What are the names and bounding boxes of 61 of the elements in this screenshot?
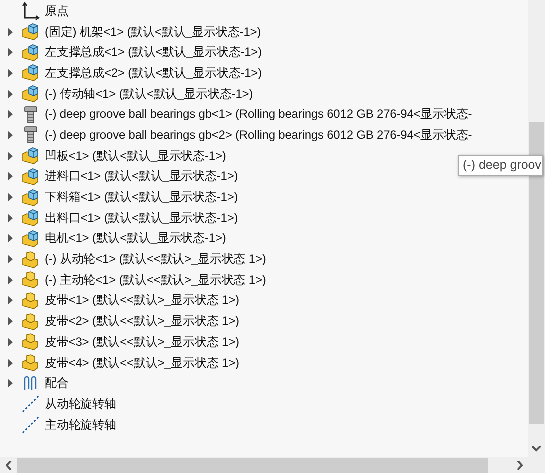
assembly-icon (22, 312, 40, 331)
assembly-icon (22, 147, 40, 166)
tree-item[interactable]: 左支撑总成<2> (默认<默认_显示状态-1>) (45, 64, 262, 82)
expand-icon[interactable] (8, 152, 14, 161)
tree-item[interactable]: (固定) 机架<1> (默认<默认_显示状态-1>) (45, 24, 262, 41)
expand-icon[interactable] (8, 379, 14, 388)
expand-icon[interactable] (8, 276, 14, 285)
origin-icon (22, 2, 40, 20)
expand-icon[interactable] (8, 68, 14, 78)
assembly-icon (22, 168, 40, 186)
assembly-icon (22, 85, 40, 104)
assembly-icon (22, 188, 40, 207)
assembly-icon (22, 64, 40, 82)
assembly-icon (22, 333, 40, 352)
expand-icon[interactable] (8, 130, 14, 140)
tree-item[interactable]: 配合 (45, 375, 69, 392)
tree-item[interactable]: 皮带<3> (默认<<默认>_显示状态 1>) (45, 334, 240, 351)
expand-icon[interactable] (8, 255, 14, 264)
expand-icon[interactable] (8, 193, 14, 202)
tree-item[interactable]: 进料口<1> (默认<默认_显示状态-1>) (45, 168, 238, 186)
scrollbar-thumb[interactable] (17, 458, 488, 472)
expand-icon[interactable] (8, 110, 14, 120)
tree-item[interactable]: 原点 (45, 2, 69, 20)
tree-item[interactable]: 皮带<4> (默认<<默认>_显示状态 1>) (45, 354, 240, 372)
bolt-icon (22, 126, 40, 144)
expand-icon[interactable] (8, 172, 14, 182)
tree-item[interactable]: 皮带<1> (默认<<默认>_显示状态 1>) (45, 292, 240, 310)
expand-icon[interactable] (8, 296, 14, 306)
axis-icon (22, 416, 40, 434)
expand-icon[interactable] (8, 358, 14, 368)
expand-icon[interactable] (8, 317, 14, 326)
assembly-icon (22, 230, 40, 248)
expand-icon[interactable] (8, 214, 14, 223)
assembly-icon (22, 44, 40, 62)
tree-item[interactable]: 主动轮旋转轴 (45, 416, 116, 434)
assembly-icon (22, 354, 40, 372)
assembly-icon (22, 292, 40, 310)
tree-item[interactable]: (-) 主动轮<1> (默认<<默认>_显示状态 1>) (45, 272, 266, 289)
tree-item[interactable]: 凹板<1> (默认<默认_显示状态-1>) (45, 148, 226, 165)
assembly-icon (22, 250, 40, 269)
expand-icon[interactable] (8, 90, 14, 99)
tree-item[interactable]: 皮带<2> (默认<<默认>_显示状态 1>) (45, 313, 240, 330)
expand-icon[interactable] (8, 48, 14, 58)
tree-item[interactable]: 下料箱<1> (默认<默认_显示状态-1>) (45, 189, 238, 206)
bolt-icon (22, 106, 40, 124)
assembly-icon (22, 271, 40, 290)
tree-item[interactable]: 电机<1> (默认<默认_显示状态-1>) (45, 230, 226, 248)
tooltip: (-) deep groov (458, 155, 543, 176)
tree-item[interactable]: 出料口<1> (默认<默认_显示状态-1>) (45, 210, 238, 227)
tree-item[interactable]: (-) deep groove ball bearings gb<2> (Rolling bearings 6012 GB 276-94<显示状态- (45, 126, 472, 144)
assembly-icon (22, 23, 40, 42)
axis-icon (22, 395, 40, 414)
tree-item[interactable]: (-) 从动轮<1> (默认<<默认>_显示状态 1>) (45, 251, 266, 268)
assembly-icon (22, 209, 40, 228)
tree-item[interactable]: 从动轮旋转轴 (45, 396, 116, 413)
tree-item[interactable]: (-) deep groove ball bearings gb<1> (Rolling bearings 6012 GB 276-94<显示状态- (45, 106, 472, 124)
tree-item[interactable]: (-) 传动轴<1> (默认<默认_显示状态-1>) (45, 86, 254, 103)
tree-item[interactable]: 左支撑总成<1> (默认<默认_显示状态-1>) (45, 44, 262, 62)
expand-icon[interactable] (8, 338, 14, 347)
expand-icon[interactable] (8, 234, 14, 244)
expand-icon[interactable] (8, 28, 14, 37)
